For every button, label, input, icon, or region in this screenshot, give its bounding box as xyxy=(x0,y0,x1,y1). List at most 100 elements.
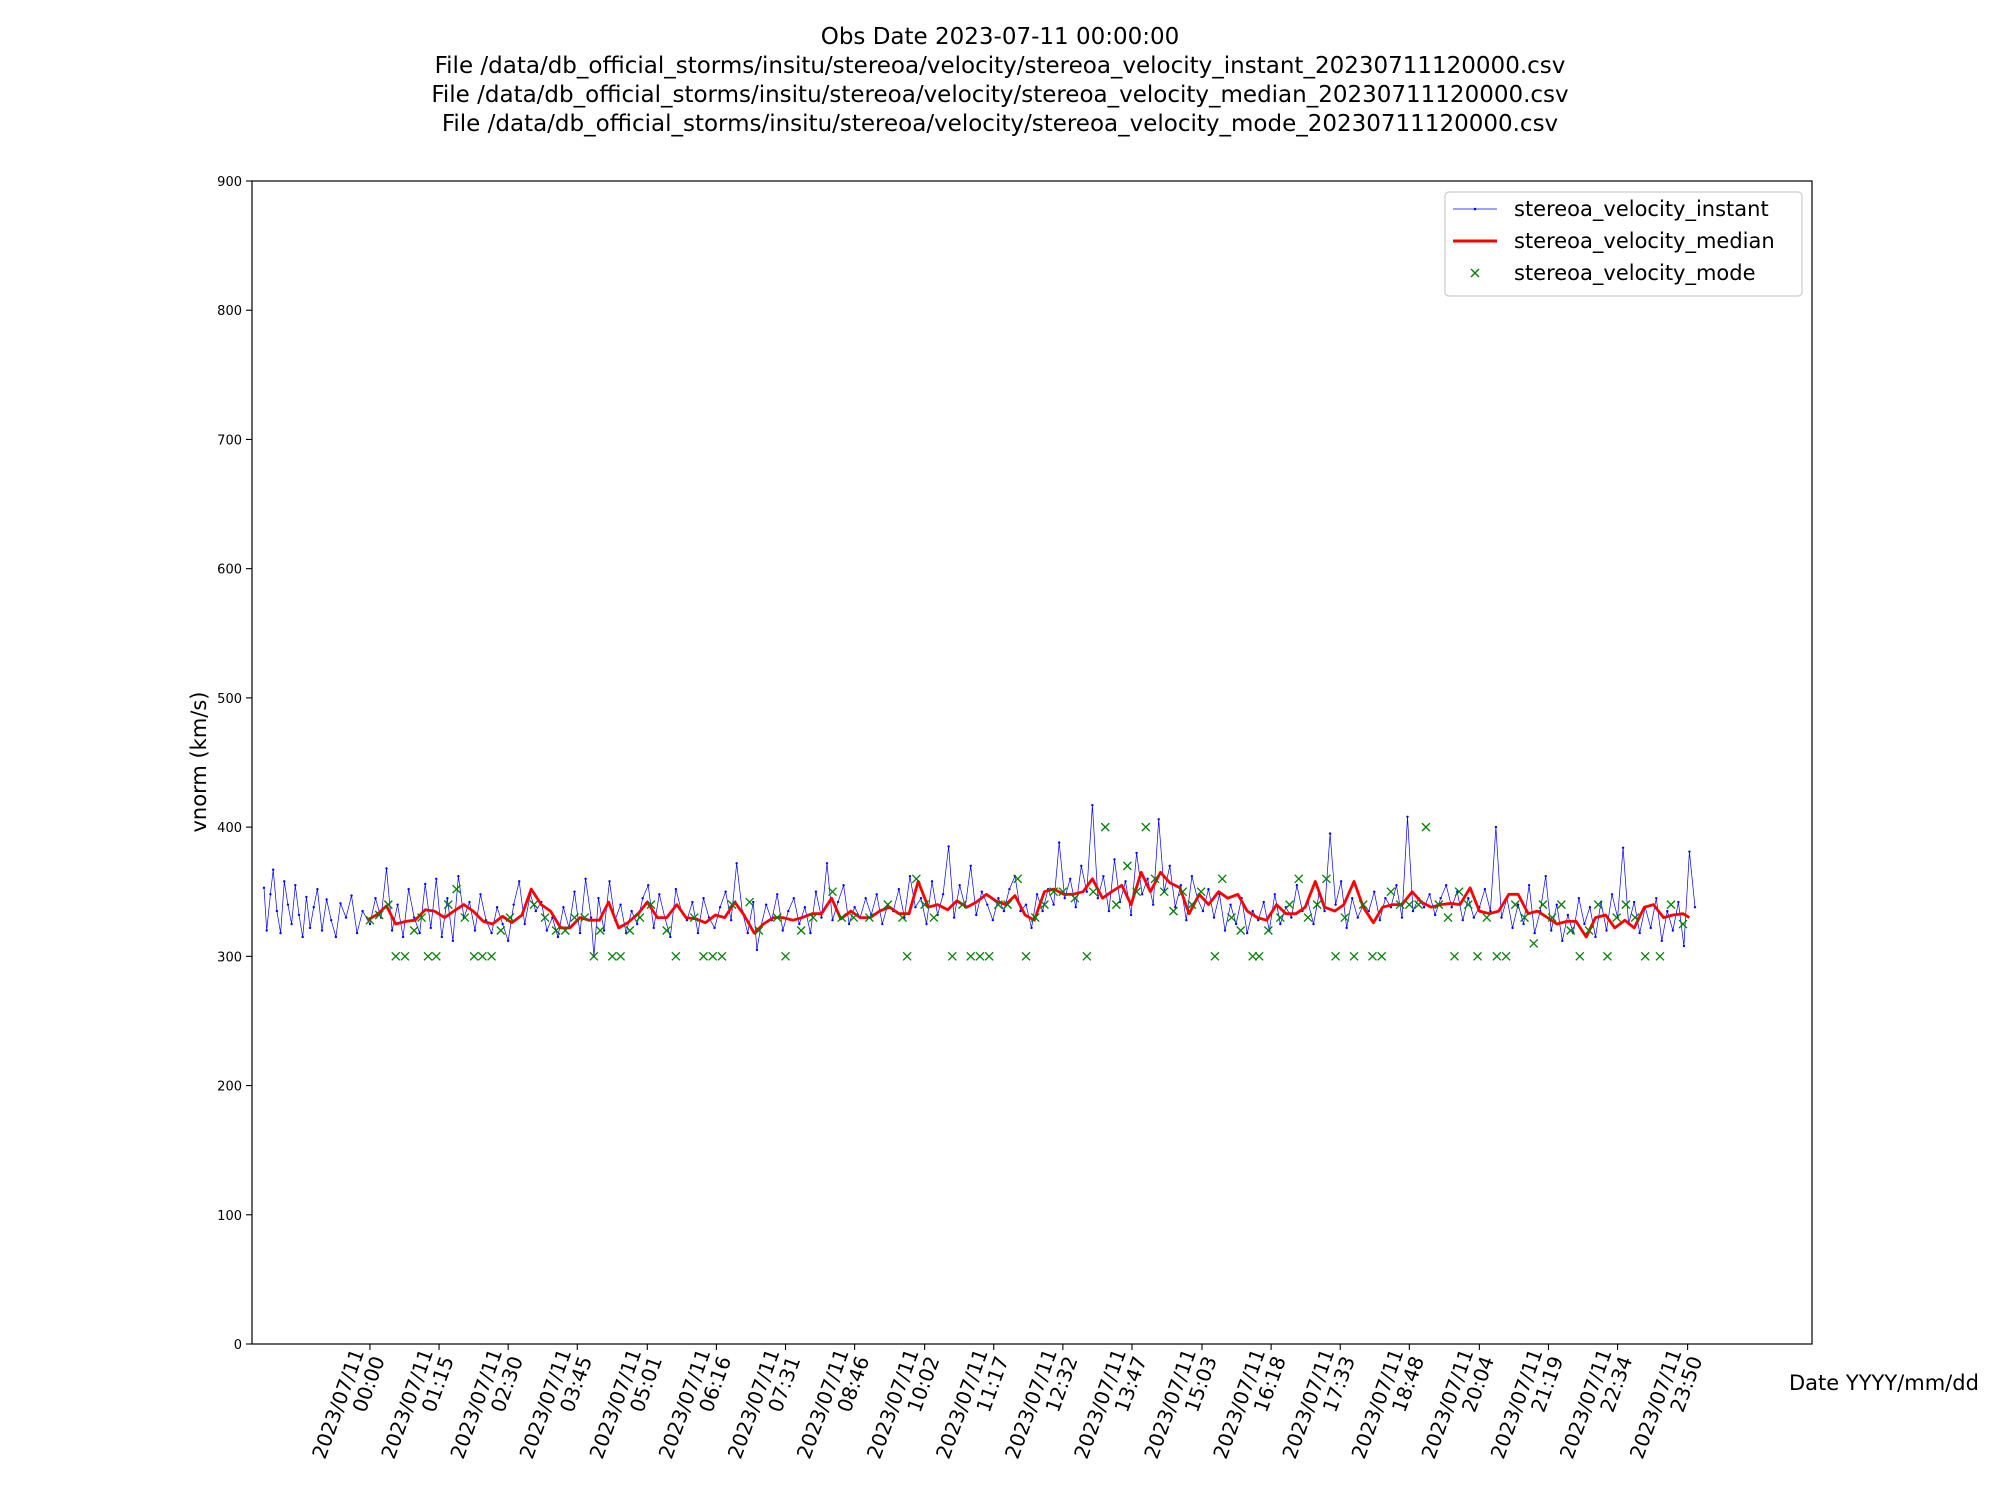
instant-point xyxy=(1472,916,1476,919)
instant-point xyxy=(980,890,983,893)
instant-point xyxy=(1378,918,1382,922)
instant-point xyxy=(1356,916,1359,919)
instant-point xyxy=(702,896,705,900)
instant-point xyxy=(1146,877,1149,880)
instant-point xyxy=(374,896,377,900)
instant-point xyxy=(1544,875,1547,878)
instant-point xyxy=(495,906,499,909)
instant-point xyxy=(1522,922,1525,926)
instant-point xyxy=(1085,890,1089,893)
instant-point xyxy=(451,939,455,943)
instant-point xyxy=(1295,884,1299,887)
mode-point xyxy=(1285,900,1295,910)
instant-point xyxy=(881,922,884,926)
instant-point xyxy=(602,929,606,932)
instant-point xyxy=(1157,818,1160,821)
instant-point xyxy=(776,893,779,896)
instant-point xyxy=(1151,903,1155,906)
mode-point xyxy=(1168,906,1178,916)
instant-point xyxy=(1422,906,1426,909)
mode-point xyxy=(529,900,539,910)
mode-point xyxy=(1236,926,1246,935)
instant-point xyxy=(265,929,268,932)
mode-point xyxy=(1088,887,1098,897)
instant-point xyxy=(735,862,738,865)
instant-point xyxy=(1334,903,1337,906)
instant-point xyxy=(1384,896,1387,900)
mode-point xyxy=(929,913,939,923)
instant-point xyxy=(1328,832,1332,835)
mode-point xyxy=(1666,900,1676,910)
instant-point xyxy=(1124,880,1127,883)
instant-point xyxy=(1207,887,1210,891)
mode-point xyxy=(1404,900,1414,910)
instant-point xyxy=(269,893,272,896)
mode-point xyxy=(1463,900,1473,910)
instant-point xyxy=(1063,896,1066,900)
instant-point xyxy=(1262,900,1265,904)
instant-point xyxy=(1395,884,1398,887)
mode-point xyxy=(423,951,433,961)
mode-point xyxy=(975,951,985,961)
mode-point xyxy=(911,874,921,884)
instant-point xyxy=(1190,875,1194,878)
instant-point xyxy=(952,916,956,919)
instant-point xyxy=(1323,909,1326,913)
mode-point xyxy=(1386,887,1396,897)
mode-point xyxy=(984,951,994,961)
instant-point xyxy=(597,896,600,900)
instant-point xyxy=(1002,909,1006,913)
instant-point xyxy=(1660,939,1664,943)
instant-point xyxy=(1533,931,1536,935)
instant-point xyxy=(518,880,521,883)
instant-point xyxy=(361,909,364,913)
mode-point xyxy=(796,926,806,935)
mode-point xyxy=(616,951,626,961)
instant-point xyxy=(1500,916,1503,919)
instant-point xyxy=(1008,887,1011,891)
mode-point xyxy=(570,913,579,923)
instant-point xyxy=(1428,893,1431,896)
y-tick-label: 300 xyxy=(217,950,242,965)
instant-point xyxy=(1234,922,1238,926)
mode-point xyxy=(1100,822,1110,832)
mode-point xyxy=(1349,951,1359,961)
instant-point xyxy=(746,931,749,935)
mode-point xyxy=(1655,951,1665,961)
instant-point xyxy=(1035,893,1039,896)
instant-point xyxy=(1113,858,1116,861)
mode-point xyxy=(1111,900,1121,910)
instant-point xyxy=(1030,926,1033,930)
x-tick-label: 2023/07/1123:50 xyxy=(1625,1345,1708,1462)
instant-point xyxy=(301,935,304,939)
instant-point xyxy=(947,845,950,848)
instant-point xyxy=(864,896,867,900)
instant-point xyxy=(1461,918,1464,922)
instant-point xyxy=(1411,909,1415,913)
mode-point xyxy=(409,926,419,935)
instant-point xyxy=(1406,815,1409,818)
x-axis: 2023/07/1100:002023/07/1101:152023/07/11… xyxy=(307,1344,1708,1462)
instant-point xyxy=(275,909,279,913)
mode-point xyxy=(1312,900,1322,910)
instant-point xyxy=(584,877,587,880)
instant-point xyxy=(390,929,394,932)
instant-point xyxy=(534,909,538,913)
instant-point xyxy=(1550,929,1553,932)
instant-point xyxy=(798,922,801,926)
instant-point xyxy=(1527,884,1531,887)
mode-point xyxy=(1556,900,1566,910)
instant-point xyxy=(713,926,716,930)
mode-point xyxy=(1141,822,1151,832)
y-tick-label: 500 xyxy=(217,692,242,707)
instant-point xyxy=(330,918,333,922)
y-tick-label: 400 xyxy=(217,821,242,836)
mode-point xyxy=(1621,900,1631,910)
instant-point xyxy=(1185,918,1188,922)
instant-point xyxy=(355,931,359,935)
mode-point xyxy=(1450,951,1459,961)
mode-point xyxy=(1443,913,1453,923)
mode-point xyxy=(902,951,912,961)
instant-point xyxy=(1693,906,1697,909)
mode-point xyxy=(496,926,506,935)
